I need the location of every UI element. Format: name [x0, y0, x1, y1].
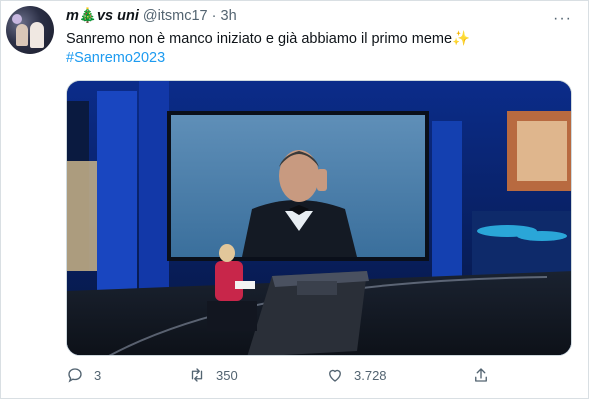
avatar[interactable]	[6, 6, 54, 54]
reply-icon	[68, 368, 82, 383]
retweet-button[interactable]: 350	[188, 366, 238, 384]
reply-button[interactable]: 3	[66, 366, 101, 384]
tree-emoji: 🎄	[78, 8, 97, 24]
more-icon[interactable]: ···	[553, 10, 572, 28]
heart-icon	[329, 369, 341, 382]
tweet-text: Sanremo non è manco iniziato e già abbia…	[66, 30, 576, 68]
share-button[interactable]	[472, 366, 490, 384]
retweet-icon	[191, 368, 203, 382]
separator-dot: ·	[211, 8, 217, 24]
tweet-actions: 3 350 3.728	[66, 366, 506, 386]
like-count: 3.728	[354, 367, 387, 383]
tweet-image[interactable]	[66, 80, 572, 356]
tweet-body: Sanremo non è manco iniziato e già abbia…	[66, 31, 471, 47]
tv-studio-photo	[67, 81, 571, 355]
display-name[interactable]: m🎄vs uni	[66, 8, 139, 24]
share-icon	[475, 368, 487, 382]
reply-count: 3	[94, 367, 102, 383]
hashtag-link[interactable]: #Sanremo2023	[66, 49, 576, 68]
retweet-count: 350	[216, 367, 238, 383]
tweet-header: m🎄vs uni @itsmc17 · 3h	[66, 7, 237, 25]
timestamp[interactable]: 3h	[221, 8, 237, 24]
like-button[interactable]: 3.728	[326, 366, 387, 384]
user-handle[interactable]: @itsmc17	[143, 8, 208, 24]
